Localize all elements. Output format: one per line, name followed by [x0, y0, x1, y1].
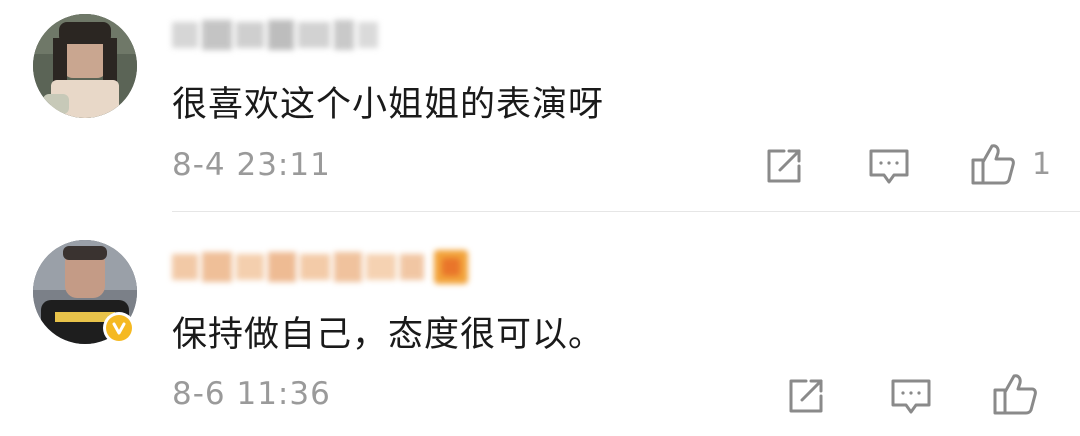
comment-text: 很喜欢这个小姐姐的表演呀 — [172, 85, 605, 125]
share-button[interactable] — [764, 146, 804, 186]
like-button[interactable] — [992, 372, 1038, 416]
share-icon — [789, 379, 823, 413]
timestamp: 8-6 11:36 — [172, 376, 331, 412]
reply-button[interactable] — [890, 378, 932, 416]
username-blurred[interactable] — [172, 18, 380, 52]
avatar[interactable] — [33, 14, 137, 118]
timestamp: 8-4 23:11 — [172, 147, 331, 183]
username-blurred[interactable] — [172, 248, 472, 284]
comment-item: 很喜欢这个小姐姐的表演呀 8-4 23:11 1 — [0, 0, 1080, 212]
like-count: 1 — [1032, 147, 1052, 182]
comment-icon — [891, 379, 931, 414]
comment-icon — [869, 149, 909, 184]
thumbs-up-icon — [993, 374, 1037, 415]
reply-button[interactable] — [868, 148, 910, 186]
share-button[interactable] — [786, 376, 826, 416]
thumbs-up-icon — [971, 144, 1015, 185]
like-button[interactable] — [970, 142, 1016, 186]
verified-badge-icon — [103, 312, 135, 344]
comment-item: 保持做自己，态度很可以。 8-6 11:36 — [0, 212, 1080, 436]
comment-text: 保持做自己，态度很可以。 — [172, 315, 605, 355]
share-icon — [767, 149, 801, 183]
